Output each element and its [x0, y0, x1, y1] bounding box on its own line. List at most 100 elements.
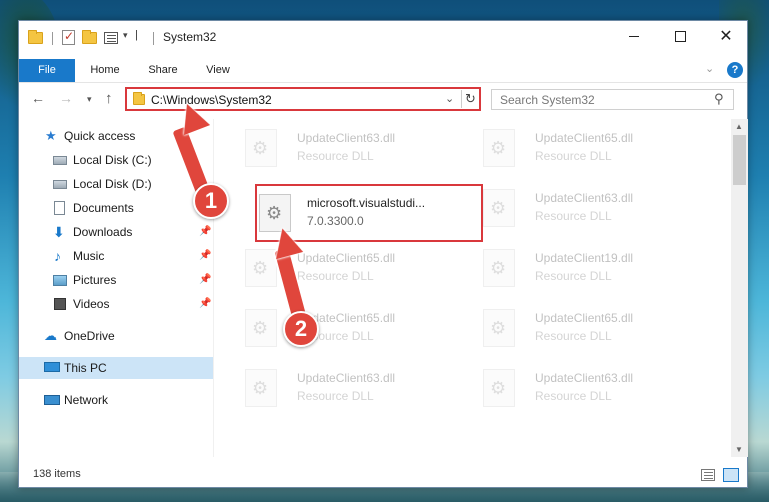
minimize-button[interactable]	[611, 21, 657, 51]
tab-home[interactable]: Home	[85, 59, 125, 82]
file-tile[interactable]: UpdateClient65.dll Resource DLL	[473, 121, 701, 175]
disk-icon	[53, 180, 67, 189]
address-path[interactable]: C:\Windows\System32	[151, 93, 272, 107]
file-name: UpdateClient65.dll	[297, 251, 396, 265]
sidebar-item-pictures[interactable]: Pictures 📌	[19, 269, 213, 291]
window-title: System32	[163, 30, 217, 44]
details-view-icon[interactable]	[701, 469, 715, 481]
scroll-down-icon[interactable]: ▼	[735, 445, 743, 454]
scroll-thumb[interactable]	[733, 135, 746, 185]
toolbar-divider	[52, 32, 53, 45]
sidebar-item-this-pc[interactable]: This PC	[19, 357, 213, 379]
properties-check-icon[interactable]	[62, 29, 75, 45]
file-detail: Resource DLL	[535, 149, 612, 163]
annotation-badge-1: 1	[193, 183, 229, 219]
pin-icon[interactable]: 📌	[199, 293, 211, 315]
up-arrow-icon[interactable]: ↑	[105, 90, 113, 107]
download-icon: ⬇	[53, 224, 65, 240]
tiles-view-icon[interactable]	[723, 468, 739, 482]
file-tile[interactable]: UpdateClient65.dll Resource DLL	[235, 241, 463, 295]
documents-icon	[54, 201, 65, 215]
file-tile[interactable]: UpdateClient65.dll Resource DLL	[473, 301, 701, 355]
folder-icon	[28, 30, 43, 46]
scroll-up-icon[interactable]: ▲	[735, 122, 743, 131]
tab-file[interactable]: File	[19, 59, 75, 82]
file-tile[interactable]: UpdateClient63.dll Resource DLL	[235, 361, 463, 415]
back-arrow-icon[interactable]: ←	[31, 90, 45, 106]
file-list: UpdateClient63.dll Resource DLL UpdateCl…	[225, 119, 730, 457]
annotation-badge-2: 2	[283, 311, 319, 347]
item-count: 138 items	[33, 468, 81, 480]
forward-arrow-icon[interactable]: →	[59, 90, 73, 106]
pin-icon[interactable]: 📌	[199, 221, 211, 243]
file-name: UpdateClient63.dll	[535, 371, 634, 385]
file-detail: Resource DLL	[535, 269, 612, 283]
properties-icon[interactable]	[104, 32, 118, 44]
file-detail: Resource DLL	[297, 269, 374, 283]
vertical-scrollbar[interactable]: ▲ ▼	[731, 119, 748, 457]
refresh-icon[interactable]: ↻	[461, 90, 479, 108]
disk-icon	[53, 156, 67, 165]
sidebar-item-music[interactable]: ♪ Music 📌	[19, 245, 213, 267]
close-icon: ✕	[719, 28, 733, 45]
file-detail: Resource DLL	[535, 209, 612, 223]
file-tile[interactable]: UpdateClient19.dll Resource DLL	[473, 241, 701, 295]
pin-icon[interactable]: 📌	[199, 245, 211, 267]
file-name: UpdateClient63.dll	[297, 371, 396, 385]
ribbon-tabs: File Home Share View ⌄ ?	[19, 59, 747, 83]
file-name: UpdateClient65.dll	[535, 131, 634, 145]
sidebar-item-downloads[interactable]: ⬇ Downloads 📌	[19, 221, 213, 243]
close-button[interactable]: ✕	[703, 21, 749, 51]
dll-file-icon	[483, 189, 515, 227]
sidebar-item-onedrive[interactable]: ☁ OneDrive	[19, 325, 213, 347]
help-icon[interactable]: ?	[727, 62, 743, 78]
file-detail: Resource DLL	[297, 149, 374, 163]
file-name: UpdateClient63.dll	[535, 191, 634, 205]
file-tile[interactable]: UpdateClient63.dll Resource DLL	[235, 121, 463, 175]
file-name: microsoft.visualstudi...	[307, 196, 426, 210]
address-dropdown-icon[interactable]: ⌄	[445, 92, 454, 105]
file-tile[interactable]: UpdateClient63.dll Resource DLL	[473, 181, 701, 235]
new-folder-icon[interactable]	[82, 30, 97, 46]
pictures-icon	[53, 275, 67, 286]
customize-dropdown-icon[interactable]: ▾	[123, 30, 128, 41]
dll-file-icon	[245, 309, 277, 347]
network-icon	[44, 395, 60, 405]
star-icon: ★	[45, 128, 57, 143]
cloud-icon: ☁	[44, 328, 57, 343]
pin-icon[interactable]: |	[135, 29, 138, 41]
sidebar-item-documents[interactable]: Documents	[19, 197, 213, 219]
file-explorer-window: ▾ | System32 ✕ File Home Share View ⌄ ? …	[18, 20, 748, 488]
pane-divider	[213, 119, 214, 457]
recent-locations-icon[interactable]: ▾	[87, 94, 92, 105]
pin-icon[interactable]: 📌	[199, 269, 211, 291]
search-input[interactable]: Search System32 ⚲	[491, 89, 734, 110]
dll-file-icon	[483, 249, 515, 287]
search-icon[interactable]: ⚲	[714, 91, 724, 107]
dll-file-icon	[245, 129, 277, 167]
file-tile[interactable]: UpdateClient63.dll Resource DLL	[473, 361, 701, 415]
sidebar-item-local-disk-d[interactable]: Local Disk (D:)	[19, 173, 213, 195]
dll-file-icon	[245, 369, 277, 407]
music-icon: ♪	[54, 248, 61, 264]
file-name: UpdateClient19.dll	[535, 251, 634, 265]
file-version: 7.0.3300.0	[307, 214, 364, 228]
expand-ribbon-icon[interactable]: ⌄	[705, 62, 714, 75]
tab-share[interactable]: Share	[143, 59, 183, 82]
dll-file-icon	[245, 249, 277, 287]
toolbar-divider	[153, 32, 154, 45]
computer-icon	[44, 362, 60, 372]
file-name: UpdateClient65.dll	[535, 311, 634, 325]
sidebar-item-videos[interactable]: Videos 📌	[19, 293, 213, 315]
search-placeholder: Search System32	[500, 93, 595, 107]
folder-icon	[133, 92, 145, 108]
sidebar-item-network[interactable]: Network	[19, 389, 213, 411]
file-detail: Resource DLL	[535, 329, 612, 343]
videos-icon	[54, 298, 66, 310]
navigation-pane: ★ Quick access Local Disk (C:) Local Dis…	[19, 119, 213, 457]
dll-file-icon	[483, 369, 515, 407]
file-tile[interactable]: UpdateClient65.dll Resource DLL	[235, 301, 463, 355]
maximize-button[interactable]	[657, 21, 703, 51]
tab-view[interactable]: View	[199, 59, 237, 82]
status-bar: 138 items	[19, 463, 747, 487]
